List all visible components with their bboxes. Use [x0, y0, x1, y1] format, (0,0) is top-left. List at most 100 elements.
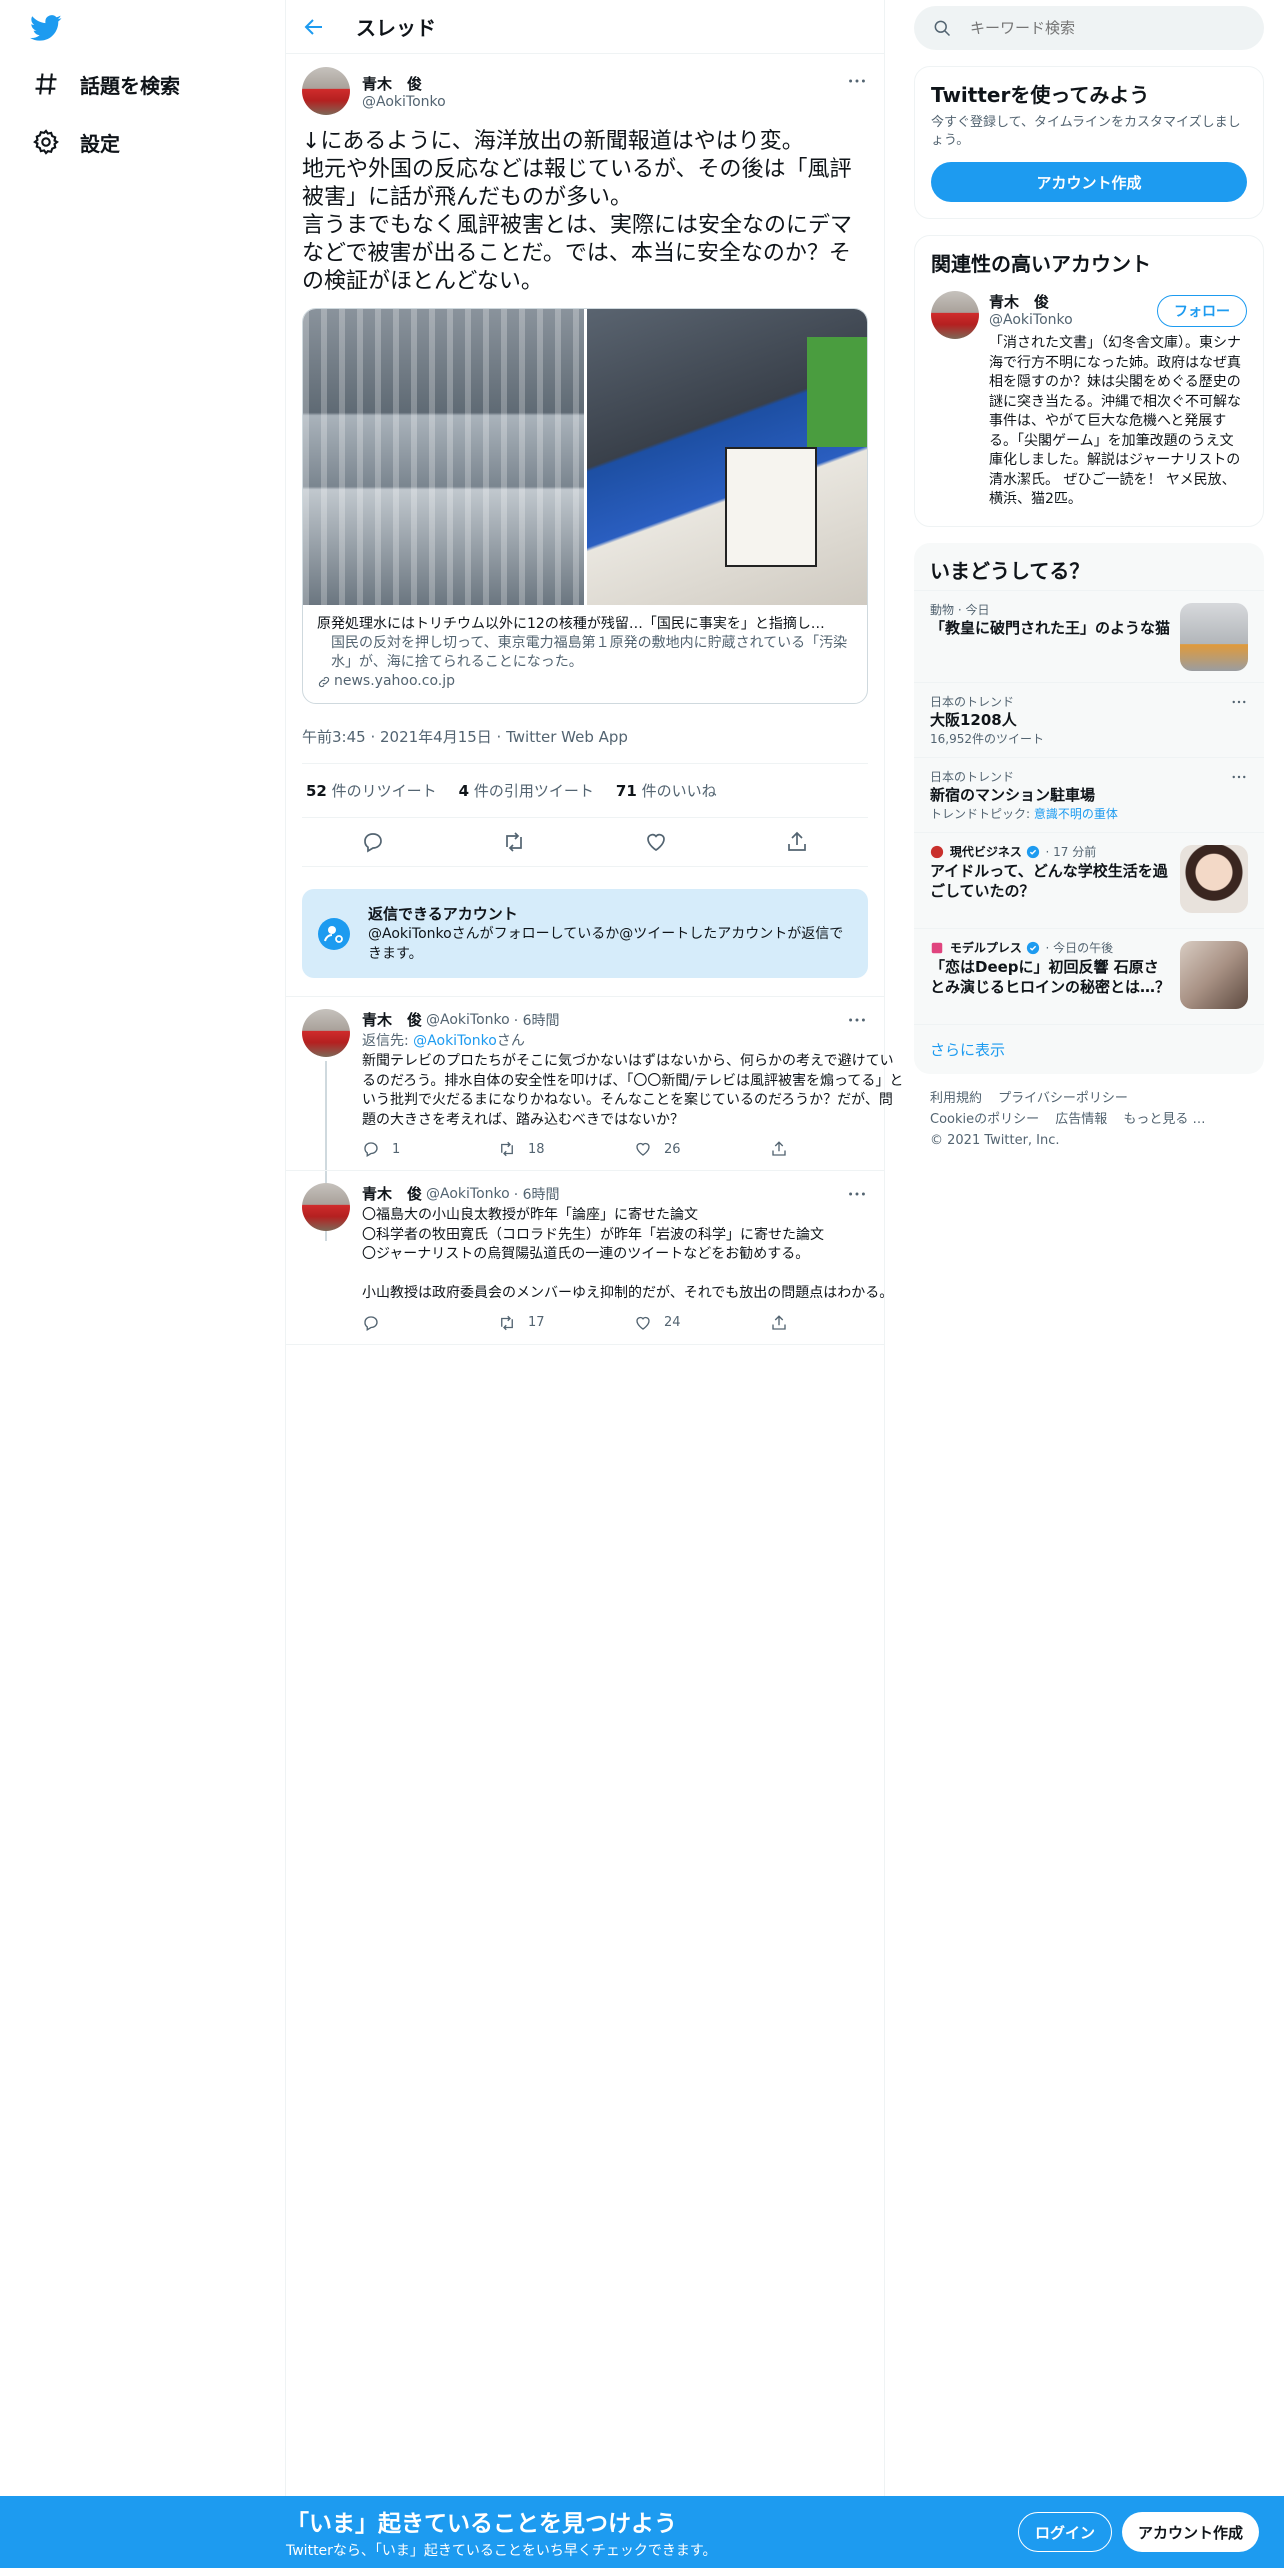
verified-badge-icon — [1026, 941, 1042, 957]
show-more-link[interactable]: さらに表示 — [914, 1023, 1264, 1074]
more-options-icon[interactable] — [846, 1009, 868, 1031]
tweet-time[interactable]: · 6時間 — [514, 1184, 560, 1204]
trends-box: いまどうしてる？ 動物 · 今日 「教皇に破門された王」のような猫 日本のトレン… — [914, 542, 1264, 1074]
signup-button[interactable]: アカウント作成 — [1122, 2512, 1260, 2552]
nav-settings-label: 設定 — [80, 131, 120, 156]
reply-tweet[interactable]: 青木 俊 @AokiTonko · 6時間 返信先: @AokiTonkoさん … — [286, 996, 903, 1241]
copyright: © 2021 Twitter, Inc. — [930, 1132, 1060, 1148]
author-name[interactable]: 青木 俊 — [362, 1009, 422, 1030]
search-box[interactable] — [914, 6, 1264, 50]
retweet-button[interactable]: 18 — [498, 1140, 634, 1158]
more-options-icon[interactable] — [1230, 693, 1248, 711]
trend-item[interactable]: 現代ビジネス · 17 分前 アイドルって、どんな学校生活を過ごしていたの？ — [914, 831, 1264, 928]
share-button[interactable] — [770, 1140, 906, 1158]
like-count[interactable]: 71 件のいいね — [616, 780, 717, 801]
reply-button[interactable] — [362, 1314, 498, 1332]
card-photo-protest — [586, 309, 867, 605]
trend-item[interactable]: 動物 · 今日 「教皇に破門された王」のような猫 — [914, 589, 1264, 682]
author-name[interactable]: 青木 俊 — [362, 1183, 422, 1204]
engagement-counts: 52 件のリツイート 4 件の引用ツイート 71 件のいいね — [302, 764, 868, 818]
author-handle[interactable]: @AokiTonko — [362, 94, 446, 110]
footer-link-privacy[interactable]: プライバシーポリシー — [998, 1091, 1128, 1106]
tweet-time[interactable]: · 6時間 — [514, 1010, 560, 1030]
twitter-bird-icon[interactable] — [28, 12, 64, 44]
avatar[interactable] — [931, 291, 979, 339]
page-title: スレッド — [356, 16, 436, 40]
like-button[interactable]: 24 — [634, 1314, 770, 1332]
more-options-icon[interactable] — [846, 1183, 868, 1205]
like-heart-icon[interactable] — [644, 830, 668, 854]
bottom-bar-subtitle: Twitterなら、「いま」起きていることをいち早くチェックできます。 — [286, 2543, 717, 2559]
login-button[interactable]: ログイン — [1018, 2512, 1113, 2552]
like-button[interactable]: 26 — [634, 1140, 770, 1158]
reply-tweet[interactable]: 青木 俊 @AokiTonko · 6時間 〇福島大の小山良太教授が昨年「論座」… — [286, 1170, 893, 1345]
search-input[interactable] — [970, 19, 1230, 37]
right-sidebar: Twitterを使ってみよう 今すぐ登録して、タイムラインをカスタマイズしましょ… — [914, 0, 1264, 1165]
trend-subtitle: トレンドトピック: 意識不明の重体 — [930, 806, 1118, 821]
trend-subtitle: 16,952件のツイート — [930, 731, 1044, 746]
tweet-timestamp[interactable]: 午前3:45 · 2021年4月15日 · Twitter Web App — [302, 710, 868, 764]
trends-title: いまどうしてる？ — [930, 558, 1090, 583]
create-account-button[interactable]: アカウント作成 — [931, 162, 1247, 202]
avatar[interactable] — [302, 1183, 350, 1231]
like-heart-icon — [634, 1314, 652, 1332]
trend-title: 新宿のマンション駐車場 — [930, 785, 1096, 804]
bottom-bar-title: 「いま」起きていることを見つけよう — [286, 2511, 677, 2537]
footer-link-more[interactable]: もっと見る … — [1123, 1112, 1205, 1127]
retweet-icon[interactable] — [502, 830, 526, 854]
protest-banner — [807, 337, 867, 447]
trend-title: 「教皇に破門された王」のような猫 — [930, 618, 1171, 637]
card-domain: news.yahoo.co.jp — [334, 673, 455, 689]
link-icon — [317, 675, 331, 689]
replying-to: 返信先: @AokiTonkoさん — [362, 1033, 525, 1049]
trend-title: 「恋はDeepに」初回反響 石原さとみ演じるヒロインの秘密とは…？ — [930, 957, 1171, 996]
search-icon — [932, 18, 952, 38]
more-options-icon[interactable] — [1230, 768, 1248, 786]
verified-badge-icon — [1026, 845, 1042, 861]
reply-icon[interactable] — [361, 830, 385, 854]
reply-icon — [362, 1314, 380, 1332]
trend-context: 日本のトレンド — [930, 694, 1015, 709]
nav-explore-label: 話題を検索 — [80, 73, 180, 98]
tweet-text: 新聞テレビのプロたちがそこに気づかないはずはないから、何らかの考えで避けているの… — [362, 1053, 904, 1128]
trend-item[interactable]: 日本のトレンド 新宿のマンション駐車場 トレンドトピック: 意識不明の重体 — [914, 756, 1264, 832]
trend-topic-link[interactable]: 意識不明の重体 — [1034, 807, 1118, 821]
footer-link-cookies[interactable]: Cookieのポリシー — [930, 1112, 1039, 1127]
replying-to-handle[interactable]: @AokiTonko — [413, 1033, 497, 1049]
author-handle[interactable]: @AokiTonko — [426, 1012, 510, 1028]
footer-link-terms[interactable]: 利用規約 — [930, 1091, 982, 1106]
card-description: 国民の反対を押し切って、東京電力福島第１原発の敷地内に貯蔵されている「汚染水」が… — [331, 635, 848, 670]
signup-subtitle: 今すぐ登録して、タイムラインをカスタマイズしましょう。 — [931, 115, 1241, 148]
callout-title: 返信できるアカウント — [368, 905, 518, 923]
author-handle[interactable]: @AokiTonko — [426, 1186, 510, 1202]
card-image — [303, 309, 867, 605]
trend-item[interactable]: モデルプレス · 今日の午後 「恋はDeepに」初回反響 石原さとみ演じるヒロイ… — [914, 927, 1264, 1024]
quote-count[interactable]: 4 件の引用ツイート — [459, 780, 594, 801]
author-name[interactable]: 青木 俊 — [362, 73, 446, 94]
like-heart-icon — [634, 1140, 652, 1158]
retweet-button[interactable]: 17 — [498, 1314, 634, 1332]
relevant-accounts: 関連性の高いアカウント 青木 俊 @AokiTonko 「消された文書」（幻冬舎… — [914, 235, 1264, 527]
user-mention-icon — [318, 917, 350, 950]
more-options-icon[interactable] — [846, 70, 868, 92]
trend-title: アイドルって、どんな学校生活を過ごしていたの？ — [930, 861, 1168, 900]
retweet-count[interactable]: 52 件のリツイート — [306, 780, 437, 801]
reply-button[interactable]: 1 — [362, 1140, 498, 1158]
share-icon[interactable] — [785, 830, 809, 854]
follow-button[interactable]: フォロー — [1157, 295, 1247, 327]
avatar[interactable] — [302, 1009, 350, 1057]
nav-explore[interactable]: 話題を検索 — [32, 64, 180, 104]
back-arrow-icon[interactable] — [302, 15, 326, 39]
nav-settings[interactable]: 設定 — [32, 122, 120, 162]
tweet-actions — [302, 818, 868, 867]
main-column: スレッド 青木 俊 @AokiTonko ↓にあるように、海洋放出の新聞報道はや… — [285, 0, 903, 2500]
trend-item[interactable]: 日本のトレンド 大阪1208人 16,952件のツイート — [914, 681, 1264, 757]
link-card[interactable]: 原発処理水にはトリチウム以外に12の核種が残留…「国民に事実を」と指摘し… 国民… — [302, 308, 868, 704]
footer: 利用規約 プライバシーポリシー Cookieのポリシー 広告情報 もっと見る …… — [914, 1074, 1264, 1165]
share-button[interactable] — [770, 1314, 906, 1332]
footer-link-ads[interactable]: 広告情報 — [1055, 1112, 1107, 1127]
author-bio: 「消された文書」（幻冬舎文庫）。東シナ海で行方不明になった姉。政府はなぜ真相を隠… — [989, 335, 1241, 507]
avatar[interactable] — [302, 67, 350, 115]
trend-context: 日本のトレンド — [930, 769, 1015, 784]
trend-title: 大阪1208人 — [930, 710, 1017, 729]
